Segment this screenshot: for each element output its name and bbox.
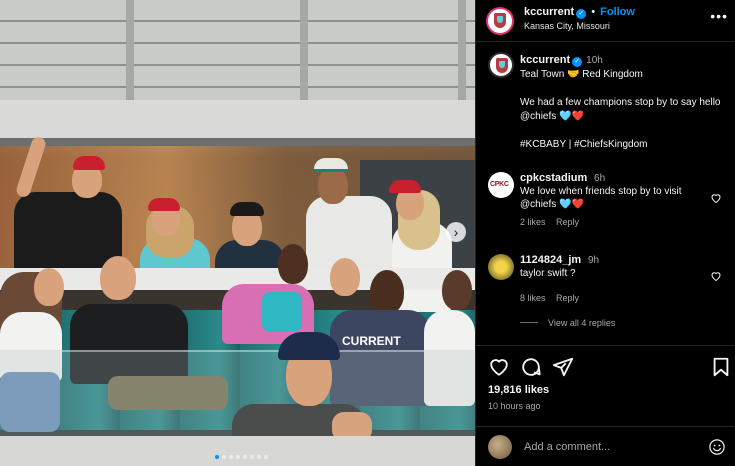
comment-meta: 8 likes Reply — [520, 292, 700, 305]
post-detail-panel: kccurrent ✓ • Follow Kansas City, Missour… — [475, 0, 735, 466]
header-separator: • — [591, 6, 596, 18]
view-replies-button[interactable]: View all 4 replies — [520, 318, 615, 328]
follow-button[interactable]: Follow — [600, 6, 635, 18]
caption-line-2: We had a few champions stop by to say he… — [520, 97, 721, 122]
comment-body: cpkcstadium 6h We love when friends stop… — [520, 172, 700, 229]
comment-meta: 2 likes Reply — [520, 216, 700, 229]
heart-icon[interactable] — [488, 356, 510, 378]
comment-username[interactable]: cpkcstadium — [520, 172, 587, 184]
header-user-line: kccurrent ✓ • Follow — [524, 6, 635, 19]
comment-icon[interactable] — [520, 356, 542, 378]
current-user-avatar — [488, 435, 512, 459]
roof-bar — [0, 100, 475, 140]
caption-hashtags[interactable]: #KCBABY | #ChiefsKingdom — [520, 138, 730, 152]
verified-badge-icon: ✓ — [576, 9, 587, 19]
post-timestamp: 10 hours ago — [488, 401, 541, 411]
cpkc-logo-text: CPKC — [490, 181, 509, 188]
comment-like-heart-icon[interactable] — [710, 270, 722, 282]
comment-text: taylor swift ? — [520, 268, 576, 279]
comment-reply-button[interactable]: Reply — [556, 293, 579, 303]
share-icon[interactable] — [552, 356, 574, 378]
carousel-indicator — [215, 455, 268, 459]
comment-reply-button[interactable]: Reply — [556, 217, 579, 227]
verified-badge-icon: ✓ — [572, 57, 583, 67]
comment-likes[interactable]: 2 likes — [520, 217, 546, 227]
add-comment-bar — [476, 426, 735, 466]
stadium-roof-slats — [0, 0, 475, 100]
roof-line — [0, 138, 475, 146]
comment-input[interactable] — [524, 439, 694, 455]
comment-body: 1124824_jm 9h taylor swift ? 8 likes Rep… — [520, 254, 700, 305]
caption-time: 10h — [586, 55, 603, 66]
emoji-icon[interactable] — [708, 438, 726, 456]
post-location[interactable]: Kansas City, Missouri — [524, 21, 610, 31]
header-username[interactable]: kccurrent — [524, 6, 574, 18]
caption-text: kccurrent ✓ 10h Teal Town 🤝 Red Kingdom We… — [520, 53, 730, 152]
profile-avatar[interactable] — [486, 7, 514, 35]
comment-avatar[interactable] — [488, 254, 514, 280]
kc-current-logo-icon — [496, 58, 508, 73]
comment-time: 9h — [587, 255, 600, 266]
comment-likes[interactable]: 8 likes — [520, 293, 546, 303]
post-actions: 19,816 likes 10 hours ago — [476, 345, 735, 423]
comment-username[interactable]: 1124824_jm — [520, 254, 581, 266]
more-options-icon[interactable]: ••• — [710, 8, 728, 24]
post-photo[interactable]: CURRENT › — [0, 0, 475, 466]
caption-line-1: Teal Town 🤝 Red Kingdom — [520, 69, 643, 80]
comments-scrollbar[interactable] — [731, 42, 735, 342]
next-photo-button[interactable]: › — [446, 222, 466, 242]
like-count[interactable]: 19,816 likes — [488, 384, 549, 396]
comment-time: 6h — [594, 173, 606, 184]
kc-current-logo-icon — [494, 13, 506, 28]
comment-like-heart-icon[interactable] — [710, 192, 722, 204]
front-railing — [0, 436, 475, 466]
bookmark-icon[interactable] — [710, 356, 732, 378]
comment-text: We love when friends stop by to visit @c… — [520, 186, 682, 210]
caption-username[interactable]: kccurrent — [520, 54, 570, 66]
post-header: kccurrent ✓ • Follow Kansas City, Missour… — [476, 0, 735, 42]
caption-avatar[interactable] — [488, 52, 514, 78]
comment-avatar[interactable]: CPKC — [488, 172, 514, 198]
